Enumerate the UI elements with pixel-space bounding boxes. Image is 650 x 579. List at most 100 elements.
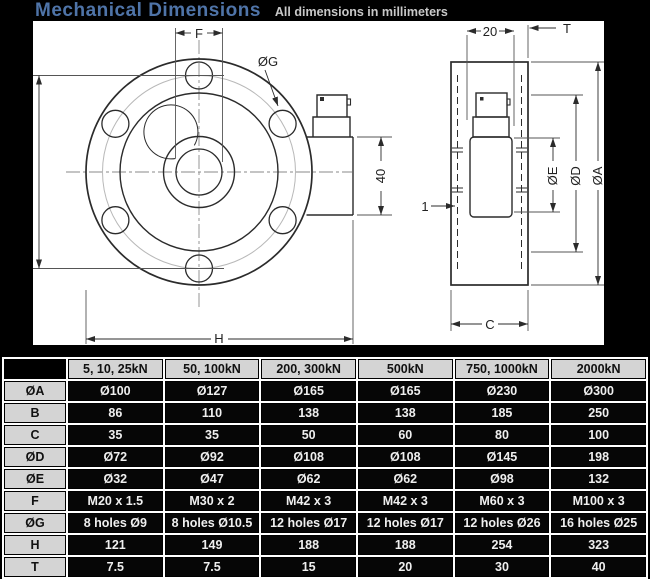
table-cell: Ø62 <box>261 469 356 489</box>
table-cell: 323 <box>551 535 646 555</box>
dim-label-OG: ØG <box>258 54 278 69</box>
dim-label-1: 1 <box>421 199 428 214</box>
table-cell: 8 holes Ø9 <box>68 513 163 533</box>
table-cell: 12 holes Ø17 <box>261 513 356 533</box>
table-cell: 254 <box>455 535 550 555</box>
table-cell: Ø108 <box>358 447 453 467</box>
table-cell: Ø108 <box>261 447 356 467</box>
center-boss-side <box>470 137 512 217</box>
table-cell: M60 x 3 <box>455 491 550 511</box>
table-cell: Ø127 <box>165 381 260 401</box>
table-row: ØG 8 holes Ø9 8 holes Ø10.5 12 holes Ø17… <box>4 513 646 533</box>
table-row: ØA Ø100 Ø127 Ø165 Ø165 Ø230 Ø300 <box>4 381 646 401</box>
connector-mid <box>473 117 509 137</box>
connector-pin-icon <box>320 97 324 101</box>
table-cell: M42 x 3 <box>358 491 453 511</box>
table-cell: 121 <box>68 535 163 555</box>
table-cell: Ø230 <box>455 381 550 401</box>
row-label: ØA <box>4 381 66 401</box>
table-row: C 35 35 50 60 80 100 <box>4 425 646 445</box>
table-row: H 121 149 188 188 254 323 <box>4 535 646 555</box>
row-label: H <box>4 535 66 555</box>
table-cell: 35 <box>165 425 260 445</box>
table-cell: 138 <box>358 403 453 423</box>
dim-label-F: F <box>195 26 203 41</box>
body-outline <box>451 62 528 285</box>
dimensions-table: 5, 10, 25kN 50, 100kN 200, 300kN 500kN 7… <box>2 357 648 579</box>
table-cell: M30 x 2 <box>165 491 260 511</box>
table-cell: 8 holes Ø10.5 <box>165 513 260 533</box>
table-cell: 7.5 <box>165 557 260 577</box>
page-title: Mechanical Dimensions <box>35 0 261 21</box>
row-label: ØG <box>4 513 66 533</box>
table-cell: Ø32 <box>68 469 163 489</box>
dim-label-40: 40 <box>373 169 388 183</box>
table-cell: 35 <box>68 425 163 445</box>
column-header: 5, 10, 25kN <box>68 359 163 379</box>
table-cell: M20 x 1.5 <box>68 491 163 511</box>
row-label: F <box>4 491 66 511</box>
column-header: 200, 300kN <box>261 359 356 379</box>
page: { "title": "Mechanical Dimensions", "sub… <box>0 0 650 562</box>
table-cell: Ø47 <box>165 469 260 489</box>
table-cell: 12 holes Ø26 <box>455 513 550 533</box>
table-cell: Ø72 <box>68 447 163 467</box>
table-cell: 7.5 <box>68 557 163 577</box>
dimension-labels: F ØG B H 40 20 T ØE ØD ØA 1 C <box>33 21 604 345</box>
dim-label-20: 20 <box>483 24 497 39</box>
table-cell: 100 <box>551 425 646 445</box>
row-label: ØD <box>4 447 66 467</box>
connector-pin-icon <box>480 97 484 101</box>
table-cell: Ø100 <box>68 381 163 401</box>
table-cell: 132 <box>551 469 646 489</box>
table-cell: Ø62 <box>358 469 453 489</box>
table-cell: 30 <box>455 557 550 577</box>
row-label: C <box>4 425 66 445</box>
table-cell: 50 <box>261 425 356 445</box>
row-label: ØE <box>4 469 66 489</box>
side-view <box>451 62 528 285</box>
connector-side <box>307 95 354 215</box>
table-row: ØE Ø32 Ø47 Ø62 Ø62 Ø98 132 <box>4 469 646 489</box>
dim-label-C: C <box>485 317 494 332</box>
table-cell: 40 <box>551 557 646 577</box>
column-header: 750, 1000kN <box>455 359 550 379</box>
table-header-row: 5, 10, 25kN 50, 100kN 200, 300kN 500kN 7… <box>4 359 646 379</box>
table-cell: 110 <box>165 403 260 423</box>
row-label: B <box>4 403 66 423</box>
front-view <box>66 40 353 310</box>
table-cell: 20 <box>358 557 453 577</box>
table-row: ØD Ø72 Ø92 Ø108 Ø108 Ø145 198 <box>4 447 646 467</box>
table-cell: 138 <box>261 403 356 423</box>
table-cell: 16 holes Ø25 <box>551 513 646 533</box>
column-header: 500kN <box>358 359 453 379</box>
table-row: B 86 110 138 138 185 250 <box>4 403 646 423</box>
table-cell: 80 <box>455 425 550 445</box>
dim-label-T: T <box>563 21 571 36</box>
table-cell: Ø98 <box>455 469 550 489</box>
dim-label-H: H <box>214 331 223 345</box>
dim-label-OE: ØE <box>545 166 560 185</box>
table-cell: 86 <box>68 403 163 423</box>
table-row: F M20 x 1.5 M30 x 2 M42 x 3 M42 x 3 M60 … <box>4 491 646 511</box>
title-bar: Mechanical Dimensions All dimensions in … <box>0 0 650 21</box>
bolt-hole-ticks <box>452 148 527 192</box>
table-cell: 149 <box>165 535 260 555</box>
table-corner-cell <box>4 359 66 379</box>
row-label: T <box>4 557 66 577</box>
dim-label-OD: ØD <box>568 166 583 186</box>
column-header: 50, 100kN <box>165 359 260 379</box>
table-cell: M100 x 3 <box>551 491 646 511</box>
table-cell: Ø165 <box>358 381 453 401</box>
table-row: T 7.5 7.5 15 20 30 40 <box>4 557 646 577</box>
table-cell: 188 <box>261 535 356 555</box>
table-cell: M42 x 3 <box>261 491 356 511</box>
page-subtitle: All dimensions in millimeters <box>275 5 448 19</box>
table-cell: 188 <box>358 535 453 555</box>
table-cell: 12 holes Ø17 <box>358 513 453 533</box>
table-cell: Ø300 <box>551 381 646 401</box>
table-cell: 185 <box>455 403 550 423</box>
table-cell: 15 <box>261 557 356 577</box>
table-cell: 250 <box>551 403 646 423</box>
dim-label-OA: ØA <box>590 166 604 185</box>
